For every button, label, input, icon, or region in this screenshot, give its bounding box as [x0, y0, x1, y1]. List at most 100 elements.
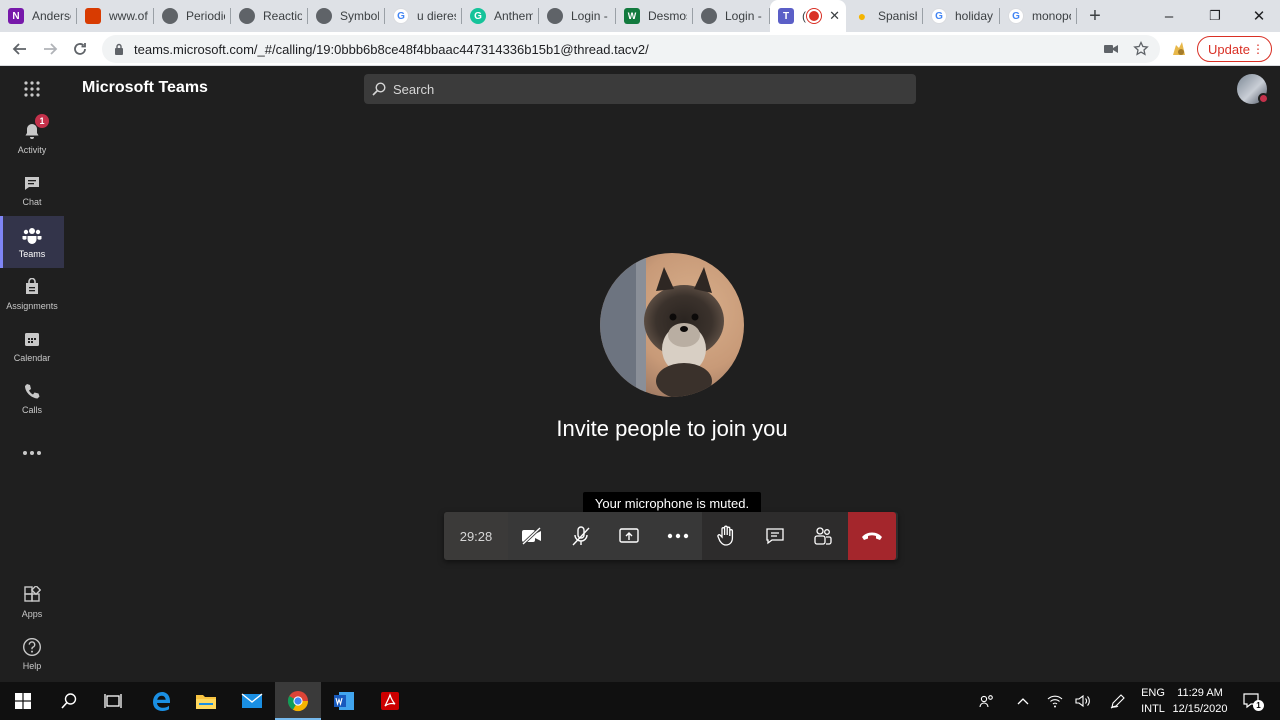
volume-button[interactable]	[1072, 682, 1094, 720]
grammarly-icon: G	[470, 8, 486, 24]
address-bar[interactable]: teams.microsoft.com/_#/calling/19:0bbb6b…	[102, 35, 1160, 63]
bookmark-star-icon[interactable]	[1133, 41, 1149, 57]
taskbar-mail[interactable]	[229, 682, 275, 720]
minimize-button[interactable]: –	[1146, 0, 1192, 32]
camera-toggle-button[interactable]	[508, 512, 557, 560]
tab-title: Periodic	[186, 9, 225, 23]
network-button[interactable]	[1044, 682, 1066, 720]
browser-tab[interactable]: G Anthem	[462, 0, 539, 32]
call-timer: 29:28	[444, 512, 508, 560]
share-screen-button[interactable]	[605, 512, 654, 560]
invite-message: Invite people to join you	[556, 416, 788, 441]
rail-item-apps[interactable]: Apps	[0, 576, 64, 628]
tab-title: Login -	[725, 9, 762, 23]
rail-item-teams[interactable]: Teams	[0, 216, 64, 268]
new-tab-button[interactable]: +	[1077, 0, 1113, 32]
taskbar-word[interactable]	[321, 682, 367, 720]
close-tab-icon[interactable]: ✕	[829, 8, 840, 24]
browser-tab[interactable]: Login -	[539, 0, 616, 32]
tab-title: monopoly	[1032, 9, 1071, 23]
language-code: ENG	[1141, 687, 1165, 699]
close-window-button[interactable]: ✕	[1236, 0, 1280, 32]
rail-item-more[interactable]	[0, 426, 64, 480]
pen-workspace-button[interactable]	[1106, 682, 1130, 720]
browser-tab[interactable]: Gu dieresis	[385, 0, 462, 32]
restore-button[interactable]: ❐	[1192, 0, 1238, 32]
reload-button[interactable]	[68, 37, 92, 61]
clock-date: 12/15/2020	[1172, 703, 1228, 715]
rail-item-activity[interactable]: 1 Activity	[0, 112, 64, 164]
google-icon: G	[393, 8, 409, 24]
back-button[interactable]	[8, 37, 32, 61]
rail-label: Activity	[17, 145, 47, 155]
more-icon	[23, 451, 41, 455]
windows-logo-icon	[15, 693, 31, 709]
rail-item-chat[interactable]: Chat	[0, 164, 64, 216]
raise-hand-button[interactable]	[702, 512, 751, 560]
globe-icon	[701, 8, 717, 24]
browser-tab[interactable]: www.office	[77, 0, 154, 32]
browser-tab[interactable]: Periodic	[154, 0, 231, 32]
forward-arrow-icon	[44, 43, 58, 55]
chat-icon	[25, 177, 39, 190]
people-button[interactable]	[974, 682, 1000, 720]
teams-header: Microsoft Teams Search	[0, 66, 1280, 112]
app-launcher-icon[interactable]	[22, 79, 42, 99]
tab-title: www.office	[109, 9, 148, 23]
tab-title: Spanish	[878, 9, 917, 23]
browser-tab[interactable]: Gmonopoly	[1000, 0, 1077, 32]
tab-title: Anderson	[32, 9, 71, 23]
mic-toggle-button[interactable]	[557, 512, 606, 560]
system-clock[interactable]: 11:29 AM 12/15/2020	[1170, 685, 1230, 717]
teams-icon: T	[778, 8, 794, 24]
recording-indicator-icon	[809, 11, 820, 21]
taskbar-chrome[interactable]	[275, 682, 321, 720]
more-actions-button[interactable]	[654, 512, 703, 560]
rail-item-calendar[interactable]: Calendar	[0, 320, 64, 372]
browser-tab[interactable]: W Desmos	[616, 0, 693, 32]
hang-up-button[interactable]	[847, 512, 896, 560]
browser-tab[interactable]: T (✕	[770, 0, 846, 32]
taskbar-file-explorer[interactable]	[183, 682, 229, 720]
participants-button[interactable]	[799, 512, 848, 560]
chat-button[interactable]	[751, 512, 800, 560]
taskbar-search-button[interactable]	[46, 682, 92, 720]
forward-button[interactable]	[38, 37, 62, 61]
task-view-button[interactable]	[90, 682, 136, 720]
extension-icon[interactable]	[1169, 39, 1189, 59]
dog-photo	[600, 253, 744, 397]
rail-item-assignments[interactable]: Assignments	[0, 268, 64, 320]
raise-hand-icon	[717, 525, 734, 546]
rail-item-calls[interactable]: Calls	[0, 372, 64, 424]
hidden-icons-button[interactable]	[1012, 682, 1034, 720]
pen-icon	[1110, 694, 1125, 709]
search-input[interactable]: Search	[364, 74, 916, 104]
browser-tab[interactable]: Symbol	[308, 0, 385, 32]
browser-tab[interactable]: N Anderson	[0, 0, 77, 32]
taskbar-edge[interactable]	[138, 682, 184, 720]
rail-item-help[interactable]: Help	[0, 628, 64, 680]
browser-tab[interactable]: ● Spanish	[846, 0, 923, 32]
app-title: Microsoft Teams	[82, 79, 208, 96]
chevron-up-icon	[1017, 698, 1029, 705]
browser-tab[interactable]: Login -	[693, 0, 770, 32]
google-icon: G	[931, 8, 947, 24]
activity-badge: 1	[35, 114, 49, 128]
browser-tab[interactable]: Gholiday	[923, 0, 1000, 32]
taskbar-acrobat[interactable]	[367, 682, 413, 720]
tab-title: holiday	[955, 9, 994, 23]
onenote-icon: N	[8, 8, 24, 24]
input-language-indicator[interactable]: ENG INTL	[1138, 685, 1168, 717]
notification-count: 1	[1253, 700, 1264, 711]
action-center-button[interactable]: 1	[1236, 682, 1266, 720]
clock-time: 11:29 AM	[1177, 687, 1223, 699]
call-stage: Invite people to join you Your microphon…	[64, 112, 1280, 682]
browser-tab[interactable]: Reaction	[231, 0, 308, 32]
camera-in-use-icon[interactable]	[1104, 44, 1118, 54]
profile-avatar[interactable]	[1237, 74, 1269, 104]
update-button[interactable]: Update ⋮	[1197, 36, 1272, 62]
start-button[interactable]	[0, 682, 46, 720]
presence-status-icon	[1258, 93, 1269, 104]
reload-icon	[74, 43, 86, 55]
tab-title: Symbol	[340, 9, 379, 23]
